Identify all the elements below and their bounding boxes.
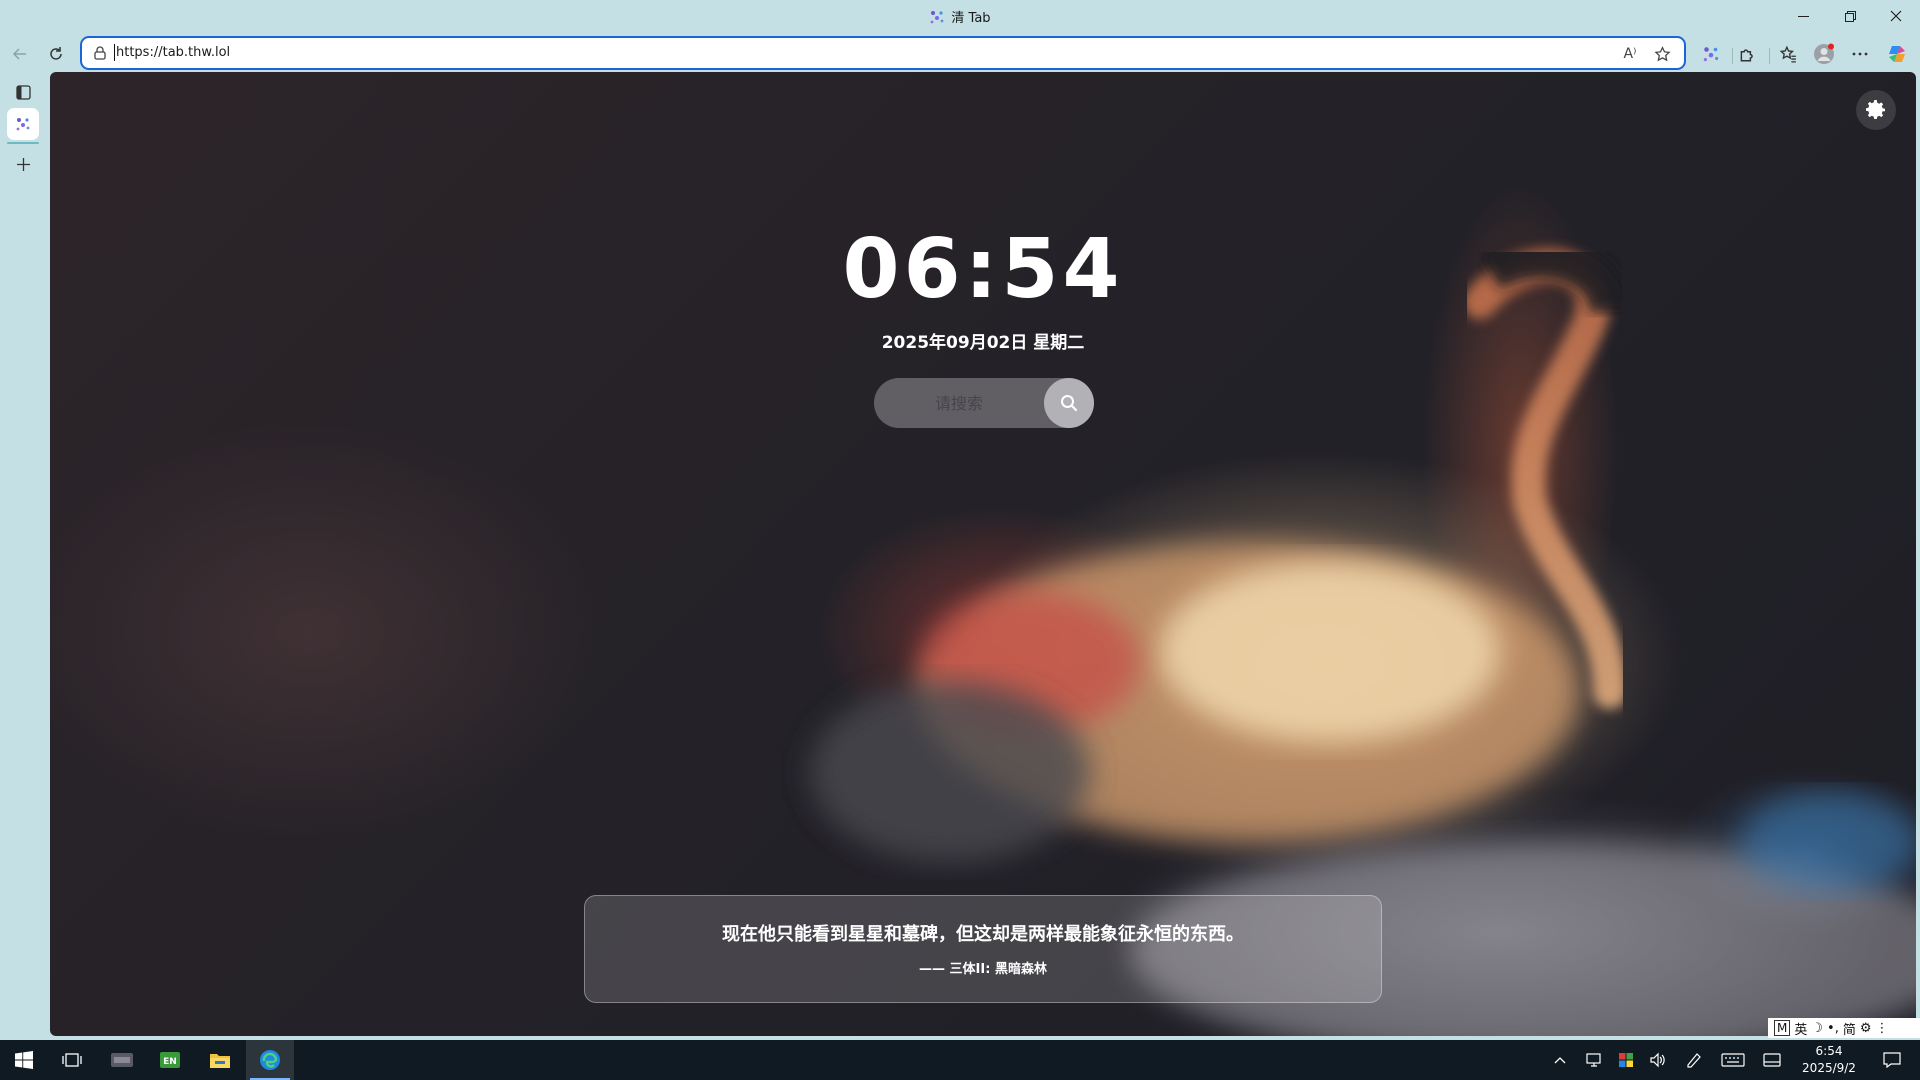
flamingo-wallpaper (810, 238, 1916, 1036)
keyboard-icon[interactable] (1716, 1040, 1750, 1080)
search-icon[interactable] (1044, 378, 1094, 428)
chevron-up-icon[interactable] (1548, 1040, 1572, 1080)
qing-tab-favicon-icon (931, 11, 944, 24)
notification-icon[interactable] (1872, 1040, 1912, 1080)
ime-simplified-label[interactable]: 简 (1843, 1019, 1856, 1038)
ime-moon-icon[interactable]: ☽ (1811, 1021, 1823, 1036)
ime-more-icon[interactable]: ⋮ (1876, 1021, 1889, 1036)
gear-icon[interactable] (1856, 90, 1896, 130)
ime-language-label[interactable]: 英 (1794, 1019, 1807, 1038)
security-icon[interactable] (1612, 1040, 1640, 1080)
quote-source: —— 三体II: 黑暗森林 (919, 962, 1047, 977)
lock-icon[interactable] (92, 45, 108, 61)
pen-icon[interactable] (1680, 1040, 1708, 1080)
svg-text:EN: EN (163, 1057, 177, 1067)
plus-icon[interactable] (7, 148, 39, 180)
en-app-icon[interactable]: EN (146, 1040, 194, 1080)
clock-date: 2025年09月02日 星期二 (881, 333, 1085, 353)
url-text[interactable]: https://tab.thw.lol (113, 44, 230, 61)
tablet-icon[interactable] (1758, 1040, 1786, 1080)
search-input[interactable] (874, 378, 1044, 428)
qing-tab-icon[interactable] (7, 108, 39, 140)
more-icon[interactable] (1843, 38, 1877, 70)
network-icon[interactable] (1580, 1040, 1608, 1080)
tab-actions-icon[interactable] (7, 76, 39, 108)
address-bar[interactable]: https://tab.thw.lol A⁾ (80, 36, 1686, 70)
close-icon[interactable] (1873, 0, 1919, 32)
tab-extension-icon[interactable] (1694, 38, 1728, 70)
title-bar: 清 Tab (0, 0, 1920, 34)
search-box (874, 378, 1094, 428)
profile-avatar-icon[interactable] (1807, 38, 1841, 70)
navigation-bar: https://tab.thw.lol A⁾ (0, 34, 1920, 72)
windows-start-icon[interactable] (0, 1040, 48, 1080)
refresh-icon[interactable] (40, 38, 72, 70)
star-icon[interactable] (1652, 44, 1672, 64)
clock-time: 06:54 (842, 222, 1124, 317)
taskbar-date: 2025/9/2 (1802, 1061, 1856, 1075)
vertical-tab-strip (0, 72, 50, 1036)
task-view-icon[interactable] (48, 1040, 96, 1080)
read-aloud-icon[interactable]: A⁾ (1620, 44, 1640, 64)
favorites-icon[interactable] (1771, 38, 1805, 70)
ime-punctuation-icon[interactable]: •, (1827, 1021, 1839, 1036)
volume-icon[interactable] (1644, 1040, 1672, 1080)
puzzle-extensions-icon[interactable] (1730, 38, 1764, 70)
edge-browser-icon[interactable] (246, 1040, 294, 1080)
active-tab-indicator (7, 142, 39, 144)
minimize-icon[interactable] (1780, 0, 1826, 32)
taskbar-clock[interactable]: 6:54 2025/9/2 (1790, 1043, 1868, 1077)
file-explorer-icon[interactable] (196, 1040, 244, 1080)
new-tab-page: 06:54 2025年09月02日 星期二 现在他只能看到星星和墓碑，但这却是两… (50, 72, 1916, 1036)
quote-card[interactable]: 现在他只能看到星星和墓碑，但这却是两样最能象征永恒的东西。 —— 三体II: 黑… (584, 895, 1382, 1003)
restore-icon[interactable] (1827, 0, 1873, 32)
taskbar: EN 6:54 2025/9/2 (0, 1040, 1920, 1080)
taskbar-time: 6:54 (1815, 1044, 1843, 1058)
ime-toolbar: M 英 ☽ •, 简 ⚙ ⋮ (1768, 1018, 1920, 1038)
window-title-text: 清 Tab (951, 11, 991, 26)
copilot-icon[interactable] (1880, 38, 1914, 70)
window-title: 清 Tab (0, 7, 1920, 26)
quote-text: 现在他只能看到星星和墓碑，但这却是两样最能象征永恒的东西。 (722, 924, 1244, 945)
back-arrow-icon[interactable] (4, 38, 36, 70)
app-tile-icon[interactable] (98, 1040, 146, 1080)
ime-settings-icon[interactable]: ⚙ (1860, 1021, 1872, 1036)
read-aloud-label: A⁾ (1623, 46, 1637, 62)
toolbar-divider (1769, 48, 1770, 64)
ime-mode-box[interactable]: M (1774, 1020, 1791, 1036)
